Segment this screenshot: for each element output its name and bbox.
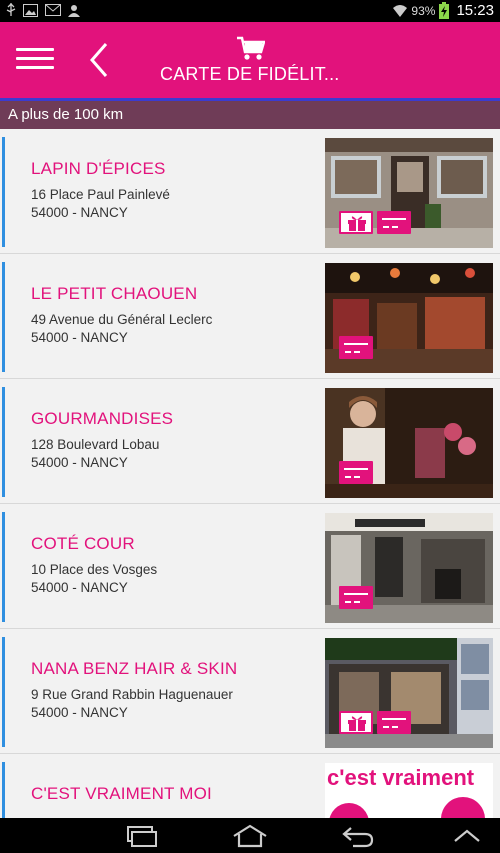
shop-photo [325, 638, 493, 748]
shop-list-item[interactable]: C'EST VRAIMENT MOI c'est vraiment [0, 754, 500, 818]
shop-list-item[interactable]: LAPIN D'ÉPICES 16 Place Paul Painlevé 54… [0, 129, 500, 254]
image-icon [23, 3, 38, 17]
item-accent-bar [2, 387, 5, 497]
usb-icon [6, 3, 16, 16]
shop-city: 54000 - NANCY [31, 580, 128, 595]
back-nav-icon[interactable] [341, 824, 375, 848]
shop-address: 10 Place des Vosges [31, 562, 158, 577]
wifi-icon [393, 5, 408, 17]
shop-name: NANA BENZ HAIR & SKIN [31, 659, 238, 678]
shop-list-item[interactable]: LE PETIT CHAOUEN 49 Avenue du Général Le… [0, 254, 500, 379]
shop-badges [339, 461, 373, 484]
shop-name: C'EST VRAIMENT MOI [31, 784, 212, 803]
shop-address: 16 Place Paul Painlevé [31, 187, 170, 202]
shop-photo [325, 263, 493, 373]
shop-address: 128 Boulevard Lobau [31, 437, 160, 452]
shop-address: 9 Rue Grand Rabbin Haguenauer [31, 687, 233, 702]
item-accent-bar [2, 762, 5, 818]
shop-address: 49 Avenue du Général Leclerc [31, 312, 213, 327]
shop-list-item[interactable]: COTÉ COUR 10 Place des Vosges 54000 - NA… [0, 504, 500, 629]
back-button[interactable] [84, 40, 114, 80]
loyalty-card-icon [339, 461, 373, 484]
shop-name: LE PETIT CHAOUEN [31, 284, 198, 303]
shop-name: LAPIN D'ÉPICES [31, 159, 166, 178]
loyalty-card-icon [339, 586, 373, 609]
user-icon [68, 4, 80, 17]
status-bar: 93% 15:23 [0, 0, 500, 22]
loyalty-card-icon [339, 336, 373, 359]
gift-icon [339, 211, 373, 234]
notification-icons [6, 3, 80, 17]
shop-photo: c'est vraiment [325, 763, 493, 818]
battery-charging-icon [439, 2, 450, 19]
distance-section-header: A plus de 100 km [0, 101, 500, 129]
shop-badges [339, 336, 373, 359]
status-right: 93% 15:23 [393, 2, 494, 19]
loyalty-card-icon [377, 711, 411, 734]
shop-badges [339, 211, 411, 234]
home-icon[interactable] [232, 824, 268, 848]
app-bar: CARTE DE FIDÉLIT... [0, 22, 500, 98]
heart-icon [329, 797, 485, 818]
loyalty-card-icon [377, 211, 411, 234]
cart-icon [237, 36, 265, 60]
shop-city: 54000 - NANCY [31, 205, 128, 220]
clock: 15:23 [456, 2, 494, 19]
battery-percent: 93% [411, 3, 436, 18]
shop-name: COTÉ COUR [31, 534, 135, 553]
shop-city: 54000 - NANCY [31, 455, 128, 470]
shop-name: GOURMANDISES [31, 409, 174, 428]
shop-city: 54000 - NANCY [31, 330, 128, 345]
shop-list-item[interactable]: GOURMANDISES 128 Boulevard Lobau 54000 -… [0, 379, 500, 504]
shop-photo [325, 138, 493, 248]
shop-city: 54000 - NANCY [31, 705, 128, 720]
shop-photo [325, 388, 493, 498]
item-accent-bar [2, 637, 5, 747]
chevron-left-icon [90, 43, 108, 77]
item-accent-bar [2, 512, 5, 622]
shop-badges [339, 711, 411, 734]
page-title: CARTE DE FIDÉLIT... [160, 64, 340, 84]
shop-badges [339, 586, 373, 609]
item-accent-bar [2, 262, 5, 372]
chevron-up-icon[interactable] [452, 824, 482, 848]
recent-apps-icon[interactable] [126, 824, 158, 848]
navigation-bar [0, 818, 500, 853]
shop-list[interactable]: LAPIN D'ÉPICES 16 Place Paul Painlevé 54… [0, 129, 500, 818]
gift-icon [339, 711, 373, 734]
shop-list-item[interactable]: NANA BENZ HAIR & SKIN 9 Rue Grand Rabbin… [0, 629, 500, 754]
menu-icon[interactable] [16, 46, 54, 74]
shop-photo [325, 513, 493, 623]
mail-icon [45, 4, 61, 16]
item-accent-bar [2, 137, 5, 247]
